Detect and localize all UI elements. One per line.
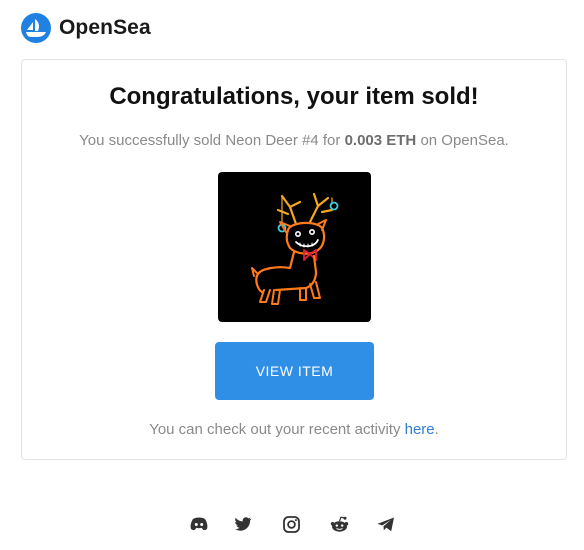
notification-card: Congratulations, your item sold! You suc… (21, 59, 567, 460)
sale-message: You successfully sold Neon Deer #4 for 0… (22, 132, 566, 149)
activity-prefix: You can check out your recent activity (149, 421, 405, 438)
sale-message-prefix: You successfully sold Neon Deer #4 for (79, 132, 345, 149)
twitter-icon[interactable] (233, 514, 253, 534)
brand-name: OpenSea (59, 16, 151, 39)
telegram-icon[interactable] (376, 514, 396, 534)
card-title: Congratulations, your item sold! (109, 83, 479, 110)
header: OpenSea (21, 13, 151, 43)
neon-deer-image[interactable] (218, 172, 371, 322)
neon-deer-icon (251, 192, 339, 305)
social-links (0, 514, 584, 536)
activity-suffix: . (434, 421, 439, 438)
activity-text: You can check out your recent activity h… (22, 421, 566, 438)
view-item-button[interactable]: VIEW ITEM (215, 342, 374, 400)
opensea-logo-icon[interactable] (21, 13, 51, 43)
discord-icon[interactable] (189, 514, 209, 534)
instagram-icon[interactable] (281, 514, 301, 534)
reddit-icon[interactable] (329, 514, 349, 534)
sale-price: 0.003 ETH (344, 132, 417, 149)
activity-link[interactable]: here (405, 421, 435, 438)
sale-message-suffix: on OpenSea. (416, 132, 509, 149)
